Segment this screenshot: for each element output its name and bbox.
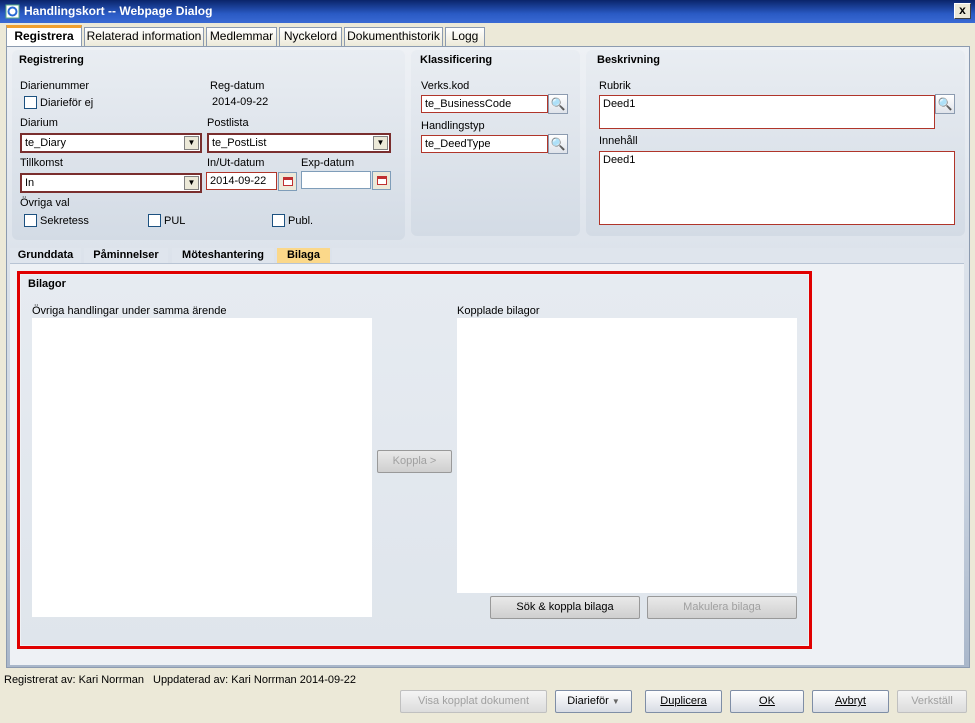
- publ-label: Publ.: [288, 215, 314, 227]
- koppla-button[interactable]: Koppla >: [377, 450, 452, 473]
- sok-koppla-button[interactable]: Sök & koppla bilaga: [490, 596, 640, 619]
- visa-kopplat-button[interactable]: Visa kopplat dokument: [400, 690, 547, 713]
- calendar-icon[interactable]: [372, 171, 391, 190]
- diarium-select[interactable]: te_Diary ▼: [20, 133, 202, 153]
- rubrik-input[interactable]: Deed1: [599, 95, 935, 129]
- exp-label: Exp-datum: [301, 157, 355, 169]
- tab-dokumenthistorik[interactable]: Dokumenthistorik: [344, 27, 443, 46]
- tillkomst-label: Tillkomst: [20, 157, 63, 169]
- diarium-value: te_Diary: [25, 137, 66, 149]
- duplicera-label: Duplicera: [660, 695, 707, 707]
- exp-datum-input[interactable]: [301, 171, 371, 189]
- registrering-heading: Registrering: [19, 54, 84, 66]
- verkskod-label: Verks.kod: [421, 80, 470, 92]
- calendar-icon[interactable]: [278, 172, 297, 191]
- registrering-section: Registrering Diarienummer Diarieför ej R…: [12, 50, 405, 240]
- subtab-strip: [332, 248, 964, 263]
- ovriga-handlingar-label: Övriga handlingar under samma ärende: [32, 305, 227, 317]
- handlingstyp-label: Handlingstyp: [421, 120, 485, 132]
- beskrivning-section: Beskrivning Rubrik Deed1 🔍 Innehåll Deed…: [586, 50, 965, 236]
- innehall-textarea[interactable]: Deed1: [599, 151, 955, 225]
- uppdaterat-status: Uppdaterad av: Kari Norrman 2014-09-22: [153, 674, 357, 686]
- avbryt-button[interactable]: Avbryt: [812, 690, 889, 713]
- regdatum-value: 2014-09-22: [212, 96, 269, 108]
- search-icon[interactable]: 🔍: [548, 94, 568, 114]
- klassificering-section: Klassificering Verks.kod te_BusinessCode…: [411, 50, 580, 236]
- sekretess-checkbox[interactable]: [24, 214, 37, 227]
- window-title: Handlingskort -- Webpage Dialog: [24, 4, 213, 18]
- search-icon[interactable]: 🔍: [935, 94, 955, 114]
- publ-checkbox[interactable]: [272, 214, 285, 227]
- subtab-paminnelser[interactable]: Påminnelser: [84, 248, 168, 263]
- verkskod-input[interactable]: te_BusinessCode: [421, 95, 548, 113]
- pul-label: PUL: [164, 215, 186, 227]
- postlista-select[interactable]: te_PostList ▼: [207, 133, 391, 153]
- duplicera-button[interactable]: Duplicera: [645, 690, 722, 713]
- subtab-grunddata[interactable]: Grunddata: [10, 248, 81, 263]
- bilagor-heading: Bilagor: [28, 278, 66, 290]
- diarifor-ej-checkbox[interactable]: [24, 96, 37, 109]
- ovriga-handlingar-list[interactable]: [32, 318, 372, 617]
- ovriga-label: Övriga val: [20, 197, 70, 209]
- makulera-button[interactable]: Makulera bilaga: [647, 596, 797, 619]
- chevron-down-icon[interactable]: ▼: [184, 176, 199, 190]
- chevron-down-icon: ▼: [611, 697, 620, 706]
- ok-label: OK: [759, 695, 775, 707]
- innehall-label: Innehåll: [599, 135, 638, 147]
- tab-registrera[interactable]: Registrera: [6, 25, 82, 47]
- tillkomst-value: In: [25, 177, 35, 189]
- kopplade-bilagor-list[interactable]: [457, 318, 797, 593]
- registrerat-status: Registrerat av: Kari Norrman: [4, 674, 144, 686]
- ok-button[interactable]: OK: [730, 690, 804, 713]
- regdatum-label: Reg-datum: [210, 80, 265, 92]
- diarifor-label: Diarieför: [567, 695, 609, 707]
- inut-datum-input[interactable]: 2014-09-22: [206, 172, 277, 190]
- tillkomst-select[interactable]: In ▼: [20, 173, 202, 193]
- subtab-moteshantering[interactable]: Möteshantering: [172, 248, 274, 263]
- ie-icon: [5, 4, 20, 19]
- chevron-down-icon[interactable]: ▼: [184, 136, 199, 150]
- sekretess-label: Sekretess: [40, 215, 89, 227]
- diarifor-ej-label: Diarieför ej: [40, 97, 94, 109]
- postlista-label: Postlista: [207, 117, 249, 129]
- rubrik-label: Rubrik: [599, 80, 631, 92]
- subtab-bilaga[interactable]: Bilaga: [277, 248, 330, 263]
- tab-logg[interactable]: Logg: [445, 27, 485, 46]
- verkstall-button[interactable]: Verkställ: [897, 690, 967, 713]
- beskrivning-heading: Beskrivning: [597, 54, 660, 66]
- postlista-value: te_PostList: [212, 137, 267, 149]
- title-bar: Handlingskort -- Webpage Dialog x: [0, 0, 975, 23]
- kopplade-bilagor-label: Kopplade bilagor: [457, 305, 540, 317]
- tab-medlemmar[interactable]: Medlemmar: [206, 27, 277, 46]
- diarium-label: Diarium: [20, 117, 58, 129]
- diarifor-button[interactable]: Diarieför ▼: [555, 690, 632, 713]
- handlingstyp-input[interactable]: te_DeedType: [421, 135, 548, 153]
- tab-relaterad-information[interactable]: Relaterad information: [84, 27, 204, 46]
- chevron-down-icon[interactable]: ▼: [373, 136, 388, 150]
- diarienummer-label: Diarienummer: [20, 80, 90, 92]
- search-icon[interactable]: 🔍: [548, 134, 568, 154]
- avbryt-label: Avbryt: [835, 695, 866, 707]
- inut-label: In/Ut-datum: [207, 157, 265, 169]
- klassificering-heading: Klassificering: [420, 54, 493, 66]
- pul-checkbox[interactable]: [148, 214, 161, 227]
- bilagor-panel: Bilagor Övriga handlingar under samma är…: [21, 275, 808, 645]
- close-button[interactable]: x: [954, 3, 971, 19]
- tab-nyckelord[interactable]: Nyckelord: [279, 27, 342, 46]
